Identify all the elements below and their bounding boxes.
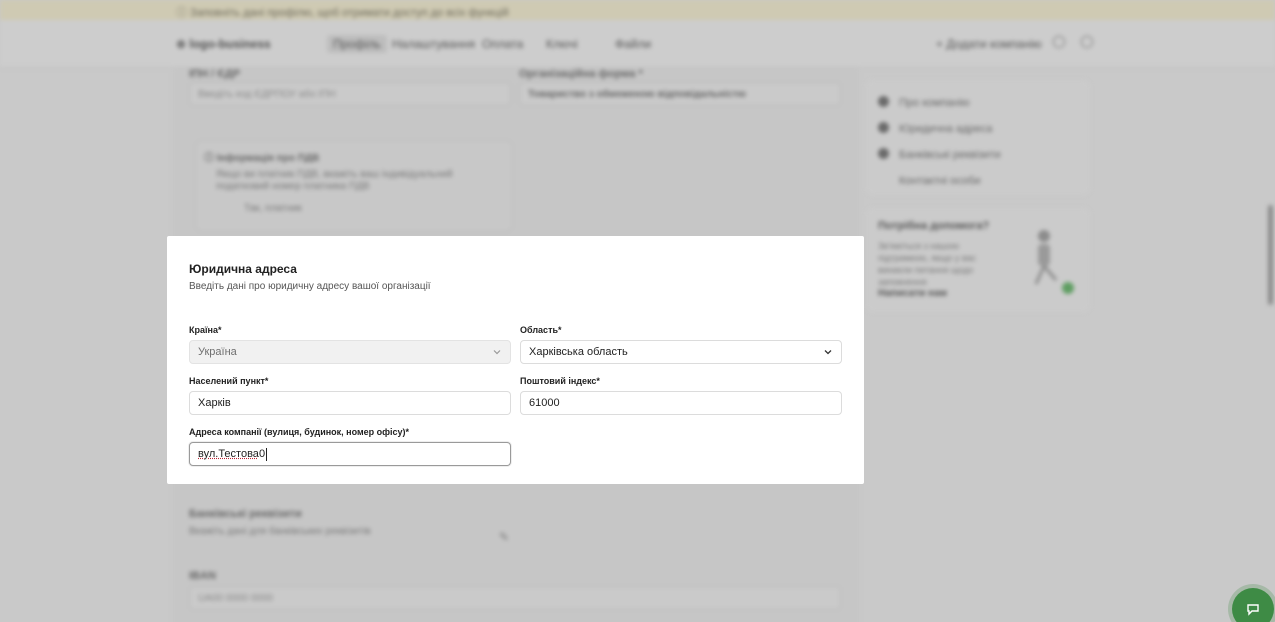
user-menu-icon[interactable]: ◯ <box>1079 34 1095 50</box>
region-label: Область* <box>520 325 562 335</box>
vat-info-card: ⓘ Інформація про ПДВ Якщо ви платник ПДВ… <box>195 140 513 232</box>
tax-id-label: ІПН / ЄДР <box>189 68 241 80</box>
help-title: Потрібна допомога? <box>878 220 990 232</box>
notifications-icon[interactable]: ◯ <box>1051 34 1067 50</box>
bank-details-text: Вкажіть дані для банківських реквізитів <box>189 526 371 537</box>
help-card: Потрібна допомога? Зв'яжіться з нашою пі… <box>866 208 1090 312</box>
nav-tab-files[interactable]: Файли <box>615 37 651 51</box>
scrollbar[interactable] <box>1268 205 1273 305</box>
vat-checkbox-label[interactable]: Так, платник <box>244 203 302 214</box>
sidebar-item-bank[interactable]: Банківські реквізити <box>878 148 1001 161</box>
city-input[interactable]: Харків <box>189 391 511 415</box>
help-button[interactable]: Написати нам <box>878 288 947 299</box>
vat-card-text-1: Якщо ви платник ПДВ, вкажіть ваш індивід… <box>216 169 453 180</box>
org-form-label: Організаційна форма * <box>519 68 643 80</box>
sidebar-item-contacts[interactable]: Контактні особи <box>878 174 981 187</box>
app-logo: ⊕ logo-business <box>176 37 271 51</box>
address-value-tail: 0 <box>258 448 266 460</box>
check-icon <box>878 122 889 133</box>
chat-button[interactable] <box>1232 588 1274 622</box>
nav-tab-settings[interactable]: Налаштування <box>392 37 475 51</box>
postal-code-input[interactable]: 61000 <box>520 391 842 415</box>
country-select: Україна <box>189 340 511 364</box>
add-company-button[interactable]: + Додати компанію <box>936 37 1042 51</box>
check-icon <box>878 96 889 107</box>
iban-input[interactable]: UA00 0000 0000 <box>189 586 841 610</box>
nav-tab-payment[interactable]: Оплата <box>482 37 523 51</box>
address-value-main: вул.Тестова <box>198 448 259 460</box>
chat-icon <box>1247 604 1259 616</box>
vat-card-text-2: податковий номер платника ПДВ <box>216 181 370 192</box>
nav-tab-keys[interactable]: Ключі <box>546 37 578 51</box>
section-subtitle: Введіть дані про юридичну адресу вашої о… <box>189 281 431 292</box>
postal-code-label: Поштовий індекс* <box>520 376 600 386</box>
address-label: Адреса компанії (вулиця, будинок, номер … <box>189 427 410 437</box>
help-text: Зв'яжіться з нашою підтримкою, якщо у ва… <box>878 241 977 287</box>
section-title: Юридична адреса <box>189 262 297 276</box>
info-banner: ⓘ Заповніть дані профілю, щоб отримати д… <box>0 0 1275 20</box>
tax-id-input[interactable]: Введіть код ЄДРПОУ або ІПН <box>189 82 511 106</box>
vat-card-title: ⓘ Інформація про ПДВ <box>204 153 320 164</box>
iban-label: IBAN <box>189 570 216 582</box>
edit-icon[interactable]: ✎ <box>499 530 509 544</box>
city-label: Населений пункт* <box>189 376 269 386</box>
legal-address-section: Юридична адреса Введіть дані про юридичн… <box>173 246 859 484</box>
org-form-select[interactable]: Товариство з обмеженою відповідальністю <box>519 82 841 106</box>
chevron-down-icon <box>493 350 501 355</box>
text-cursor <box>266 447 268 461</box>
sidebar-item-about[interactable]: Про компанію <box>878 96 970 109</box>
region-select[interactable]: Харківська область <box>520 340 842 364</box>
bank-details-label: Банківські реквізити <box>189 508 302 520</box>
progress-sidebar: Про компанію Юридична адреса Банківські … <box>866 80 1090 195</box>
country-label: Країна* <box>189 325 222 335</box>
nav-tab-profile[interactable]: Профіль <box>327 35 387 53</box>
sidebar-item-address[interactable]: Юридична адреса <box>878 122 992 135</box>
address-input[interactable]: вул.Тестова 0 <box>189 442 511 466</box>
chevron-down-icon <box>824 350 832 355</box>
check-icon <box>878 148 889 159</box>
support-illustration-icon <box>1034 230 1074 294</box>
top-navigation: ⊕ logo-business Профіль Налаштування Опл… <box>0 20 1275 68</box>
